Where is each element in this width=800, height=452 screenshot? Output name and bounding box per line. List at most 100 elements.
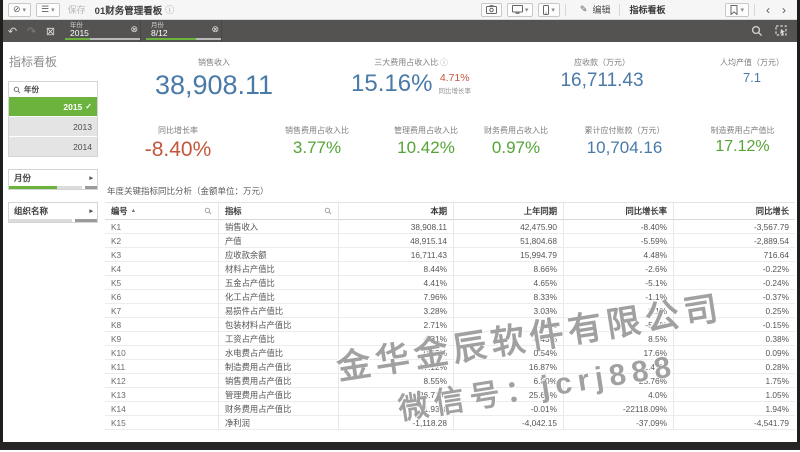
info-icon[interactable]: ⓘ [440, 58, 448, 67]
table-cell[interactable]: -2.6% [563, 262, 673, 276]
table-cell[interactable]: 0.09% [673, 346, 795, 360]
step-forward-button[interactable]: ↷ [22, 20, 41, 42]
table-cell[interactable]: 17.12% [338, 360, 453, 374]
table-cell[interactable]: 化工占产值比 [218, 290, 338, 304]
info-icon[interactable]: ⓘ [165, 3, 174, 16]
table-cell[interactable]: -4,541.79 [673, 416, 795, 430]
table-cell[interactable]: 1.05% [673, 388, 795, 402]
table-row[interactable]: K10水电费占产值比0.63%0.54%17.6%0.09% [105, 346, 795, 360]
year-option-2015[interactable]: 2015✓ [9, 97, 97, 116]
table-cell[interactable]: K4 [105, 262, 218, 276]
table-cell[interactable]: 8.44% [338, 262, 453, 276]
table-row[interactable]: K8包装材料占产值比2.71%2.86%-5.3%-0.15% [105, 318, 795, 332]
table-cell[interactable]: 五金占产值比 [218, 276, 338, 290]
table-row[interactable]: K2产值48,915.1451,804.68-5.59%-2,889.54 [105, 234, 795, 248]
table-cell[interactable]: 15,994.79 [453, 248, 563, 262]
table-cell[interactable]: 16,711.43 [338, 248, 453, 262]
snapshot-button[interactable] [481, 3, 502, 17]
table-cell[interactable]: K11 [105, 360, 218, 374]
table-row[interactable]: K7易损件占产值比3.28%3.03%8.1%0.25% [105, 304, 795, 318]
year-filter-header[interactable]: 年份 [9, 82, 97, 97]
table-cell[interactable]: -8.40% [563, 220, 673, 234]
column-header[interactable]: 同比增长 [673, 203, 795, 220]
table-row[interactable]: K13管理费用占产值比26.71%25.68%4.0%1.05% [105, 388, 795, 402]
table-cell[interactable]: K6 [105, 290, 218, 304]
step-back-button[interactable]: ↶ [3, 20, 22, 42]
table-cell[interactable]: 材料占产值比 [218, 262, 338, 276]
table-cell[interactable]: -22118.09% [563, 402, 673, 416]
table-cell[interactable]: 25.76% [563, 374, 673, 388]
table-cell[interactable]: 4.65% [453, 276, 563, 290]
edit-button[interactable]: ✎ 编辑 [576, 3, 615, 17]
table-cell[interactable]: K15 [105, 416, 218, 430]
table-cell[interactable]: K8 [105, 318, 218, 332]
table-cell[interactable]: K2 [105, 234, 218, 248]
collapsed-filter-组织名称[interactable]: 组织名称▸ [8, 202, 98, 223]
column-header[interactable]: 指标 [218, 203, 338, 220]
table-row[interactable]: K5五金占产值比4.41%4.65%-5.1%-0.24% [105, 276, 795, 290]
table-cell[interactable]: 易损件占产值比 [218, 304, 338, 318]
table-cell[interactable]: 应收款余额 [218, 248, 338, 262]
table-cell[interactable]: K10 [105, 346, 218, 360]
table-cell[interactable]: 管理费用占产值比 [218, 388, 338, 402]
table-cell[interactable]: -1.1% [563, 290, 673, 304]
table-cell[interactable]: -1,118.28 [338, 416, 453, 430]
table-cell[interactable]: 财务费用占产值比 [218, 402, 338, 416]
table-row[interactable]: K12销售费用占产值比8.55%6.80%25.76%1.75% [105, 374, 795, 388]
table-cell[interactable]: 42,475.90 [453, 220, 563, 234]
table-cell[interactable]: 16.87% [453, 360, 563, 374]
table-row[interactable]: K1销售收入38,908.1142,475.90-8.40%-3,567.79 [105, 220, 795, 234]
table-cell[interactable]: K12 [105, 374, 218, 388]
table-cell[interactable]: -5.1% [563, 276, 673, 290]
column-header[interactable]: 本期 [338, 203, 453, 220]
table-cell[interactable]: 8.1% [563, 304, 673, 318]
table-row[interactable]: K14财务费用占产值比1.93%-0.01%-22118.09%1.94% [105, 402, 795, 416]
table-row[interactable]: K11制造费用占产值比17.12%16.87%1.47%0.28% [105, 360, 795, 374]
column-header[interactable]: 上年同期 [453, 203, 563, 220]
table-cell[interactable]: 51,804.68 [453, 234, 563, 248]
table-cell[interactable]: 水电费占产值比 [218, 346, 338, 360]
table-cell[interactable]: 8.33% [453, 290, 563, 304]
table-cell[interactable]: 销售收入 [218, 220, 338, 234]
table-cell[interactable]: 1.94% [673, 402, 795, 416]
table-cell[interactable]: 3.28% [338, 304, 453, 318]
table-cell[interactable]: K7 [105, 304, 218, 318]
table-cell[interactable]: 2.71% [338, 318, 453, 332]
table-cell[interactable]: 产值 [218, 234, 338, 248]
search-icon[interactable] [204, 207, 212, 215]
navigation-menu-button[interactable]: ☰ ▾ [36, 3, 60, 17]
table-cell[interactable]: -0.22% [673, 262, 795, 276]
app-options-button[interactable]: ⊘ ▾ [8, 3, 31, 17]
save-button[interactable]: 保存 [68, 3, 86, 16]
table-cell[interactable]: K13 [105, 388, 218, 402]
table-cell[interactable]: -5.59% [563, 234, 673, 248]
table-cell[interactable]: K5 [105, 276, 218, 290]
table-cell[interactable]: 0.54% [453, 346, 563, 360]
table-cell[interactable]: 26.71% [338, 388, 453, 402]
table-cell[interactable]: 6.80% [453, 374, 563, 388]
table-cell[interactable]: -2,889.54 [673, 234, 795, 248]
table-cell[interactable]: -5.3% [563, 318, 673, 332]
table-row[interactable]: K3应收款余额16,711.4315,994.794.48%716.64 [105, 248, 795, 262]
table-cell[interactable]: 制造费用占产值比 [218, 360, 338, 374]
bookmarks-button[interactable]: ▾ [725, 3, 749, 17]
table-cell[interactable]: 3.03% [453, 304, 563, 318]
selection-chip-年份[interactable]: 年份2015⊗ [65, 20, 141, 42]
table-cell[interactable]: 4.41% [338, 276, 453, 290]
selections-tool-icon[interactable] [775, 25, 788, 37]
table-cell[interactable]: 0.38% [673, 332, 795, 346]
table-cell[interactable]: -0.37% [673, 290, 795, 304]
year-option-2014[interactable]: 2014 [9, 137, 97, 156]
selection-chip-月份[interactable]: 月份8/12⊗ [146, 20, 222, 42]
device-preview-button[interactable]: ▾ [538, 3, 560, 17]
table-cell[interactable]: 1.75% [673, 374, 795, 388]
table-cell[interactable]: -0.15% [673, 318, 795, 332]
column-header[interactable]: 编号 ▲ [105, 203, 218, 220]
table-cell[interactable]: 8.5% [563, 332, 673, 346]
remove-selection-icon[interactable]: ⊗ [130, 24, 138, 35]
table-cell[interactable]: 0.28% [673, 360, 795, 374]
table-cell[interactable]: 4.48% [563, 248, 673, 262]
collapsed-filter-月份[interactable]: 月份▸ [8, 169, 98, 190]
table-cell[interactable]: 716.64 [673, 248, 795, 262]
table-cell[interactable]: 工资占产值比 [218, 332, 338, 346]
